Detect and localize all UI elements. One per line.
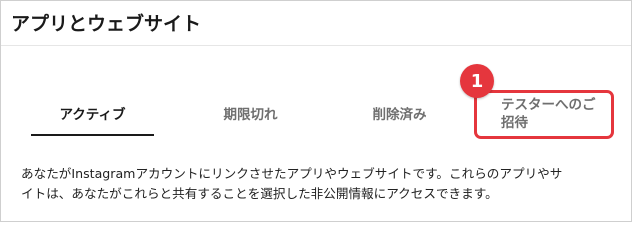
- title-divider: [1, 45, 631, 46]
- description-line-2: イトは、あなたがこれらと共有することを選択した非公開情報にアクセスできます。: [21, 186, 498, 201]
- tab-expired[interactable]: 期限切れ: [189, 91, 312, 135]
- tab-removed[interactable]: 削除済み: [338, 91, 461, 135]
- step-number-badge: 1: [460, 64, 494, 98]
- page-title: アプリとウェブサイト: [11, 13, 202, 35]
- tab-active[interactable]: アクティブ: [31, 91, 154, 135]
- description-text: あなたがInstagramアカウントにリンクさせたアプリやウェブサイトです。これ…: [21, 164, 621, 204]
- apps-and-websites-panel: アプリとウェブサイト アクティブ 期限切れ 削除済み テスターへのご 招待 1 …: [0, 0, 632, 222]
- tab-tester-invites[interactable]: テスターへのご 招待: [474, 90, 614, 139]
- description-line-1: あなたがInstagramアカウントにリンクさせたアプリやウェブサイトです。これ…: [21, 166, 563, 181]
- active-tab-indicator: [31, 134, 154, 136]
- tab-tester-invites-label-line1: テスターへのご: [501, 97, 596, 113]
- tab-tester-invites-label-line2: 招待: [501, 115, 528, 131]
